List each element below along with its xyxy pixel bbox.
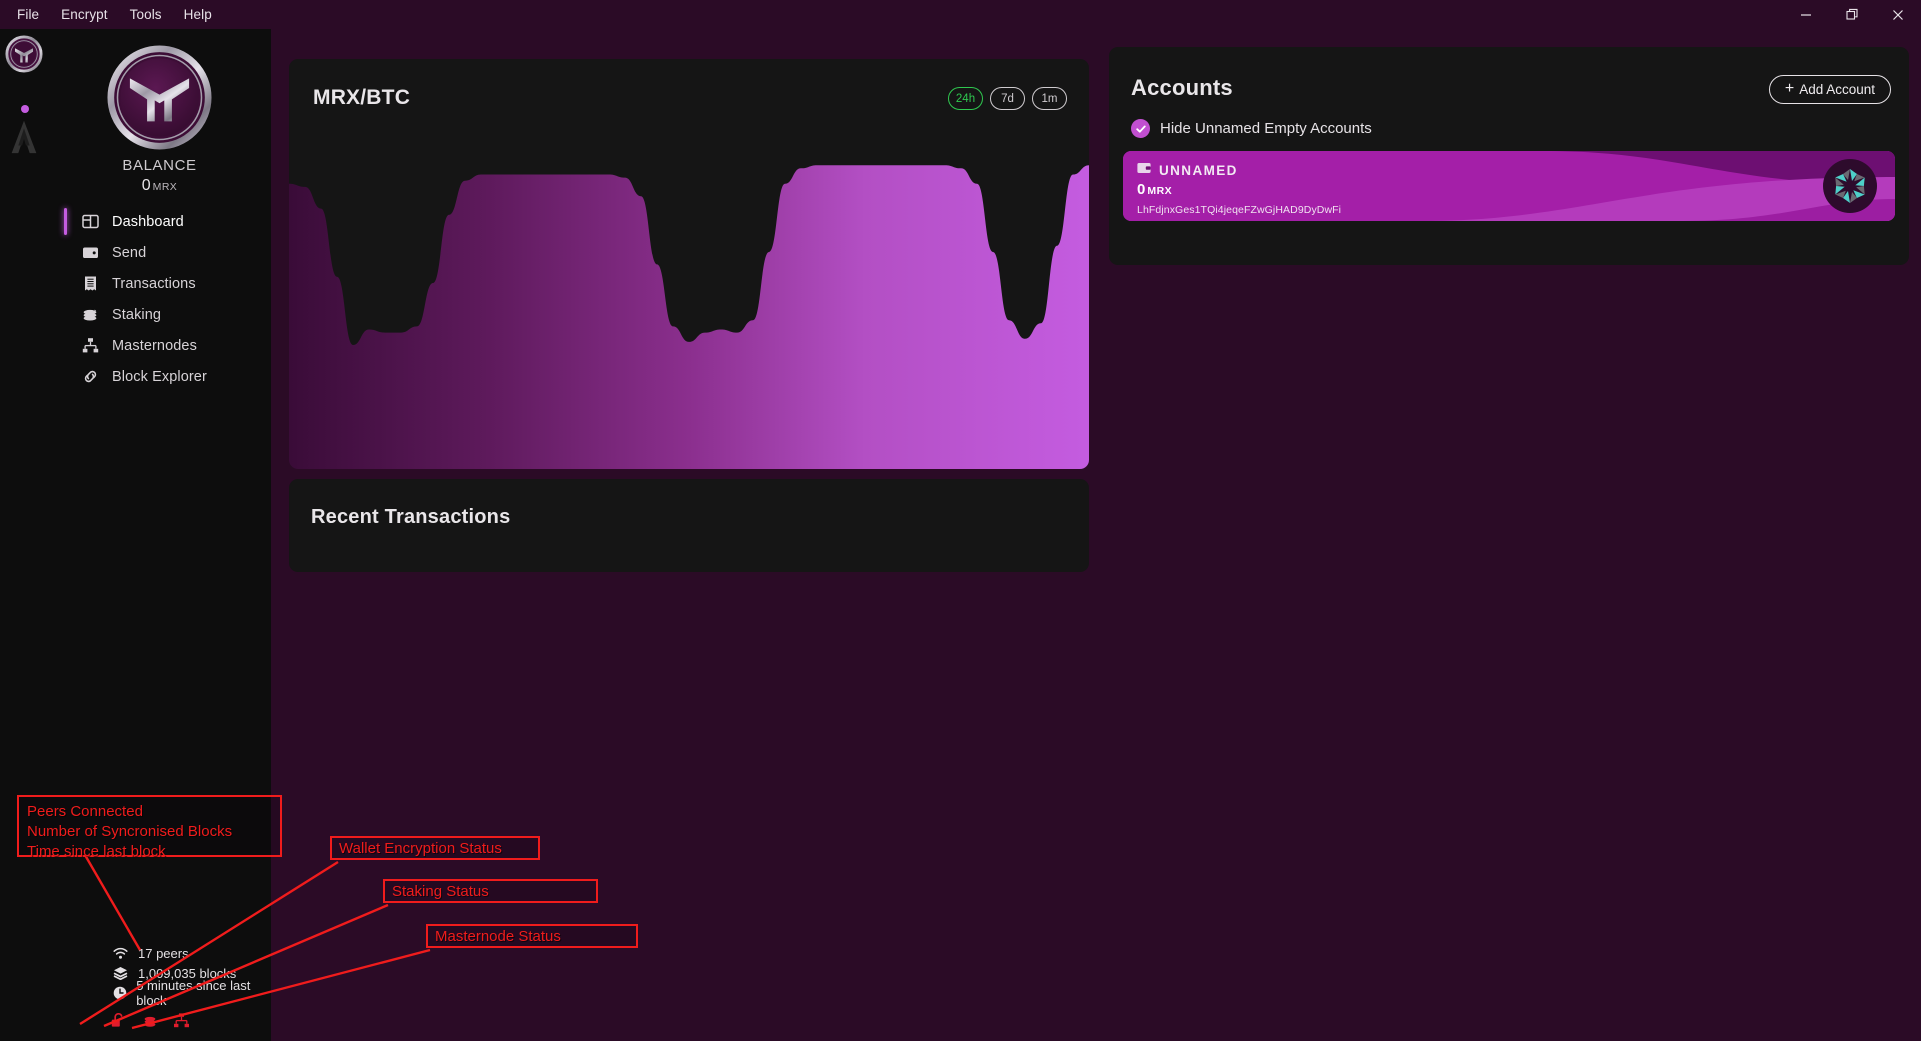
status-bar: 17 peers 1,009,035 blocks 5 minutes sinc… [110, 943, 271, 1029]
recent-transactions-title: Recent Transactions [311, 506, 511, 528]
menu-bar: File Encrypt Tools Help [6, 3, 223, 26]
link-chain-icon [81, 368, 99, 386]
wallet-icon [1137, 161, 1151, 179]
metrix-logo-small-icon [5, 35, 43, 73]
receipt-icon [81, 275, 99, 293]
metrix-wallet-app-icon[interactable] [5, 35, 43, 73]
range-button-7d[interactable]: 7d [990, 87, 1025, 110]
title-bar: File Encrypt Tools Help [0, 0, 1921, 29]
sidebar-item-masternodes[interactable]: Masternodes [48, 330, 271, 361]
secondary-app-icon[interactable] [5, 117, 43, 155]
minimize-button[interactable] [1783, 0, 1829, 29]
balance-unit: MRX [152, 181, 178, 193]
active-app-indicator [21, 105, 29, 113]
chart-range-selector: 24h 7d 1m [948, 87, 1067, 110]
wifi-icon [113, 947, 133, 960]
metrix-logo-icon [107, 45, 212, 150]
hide-unnamed-accounts-label: Hide Unnamed Empty Accounts [1160, 120, 1372, 137]
sidebar-nav: Dashboard Send Transactions Staking Mast… [48, 206, 271, 392]
account-balance: 0 MRX [1137, 181, 1172, 198]
balance-label: BALANCE [122, 157, 197, 174]
account-name: UNNAMED [1159, 162, 1238, 178]
sidebar: BALANCE 0 MRX Dashboard Send Transaction… [48, 29, 271, 1041]
sidebar-item-staking[interactable]: Staking [48, 299, 271, 330]
wallet-send-icon [81, 244, 99, 262]
status-row-peers: 17 peers [113, 943, 271, 963]
sidebar-label-dashboard: Dashboard [112, 213, 184, 230]
accounts-panel: Accounts + Add Account Hide Unnamed Empt… [1109, 47, 1909, 265]
restore-button[interactable] [1829, 0, 1875, 29]
price-area-chart [289, 165, 1089, 469]
clock-icon [113, 986, 131, 1000]
network-nodes-icon [81, 337, 99, 355]
coins-stack-status-icon[interactable] [141, 1011, 159, 1029]
menu-tools[interactable]: Tools [119, 3, 173, 26]
add-account-button[interactable]: + Add Account [1768, 75, 1891, 104]
menu-file[interactable]: File [6, 3, 50, 26]
close-icon [1893, 9, 1903, 20]
recent-transactions-panel: Recent Transactions [289, 479, 1089, 572]
layers-icon [113, 966, 133, 980]
minimize-icon [1801, 13, 1811, 16]
last-block-text: 5 minutes since last block [136, 978, 251, 1008]
account-balance-amount: 0 [1137, 181, 1146, 198]
chart-title: MRX/BTC [313, 86, 411, 109]
status-row-last-block: 5 minutes since last block [113, 978, 271, 1008]
window-controls [1783, 0, 1921, 29]
add-account-label: Add Account [1799, 82, 1875, 97]
sidebar-label-staking: Staking [112, 306, 162, 323]
plus-icon: + [1784, 80, 1795, 97]
restore-icon [1845, 8, 1858, 20]
unlock-icon[interactable] [110, 1011, 128, 1029]
balance-amount: 0 [141, 177, 151, 194]
app-window: File Encrypt Tools Help BALANCE 0 MRX Da… [0, 0, 1921, 1041]
hide-unnamed-accounts-toggle[interactable]: Hide Unnamed Empty Accounts [1131, 119, 1372, 138]
sidebar-item-transactions[interactable]: Transactions [48, 268, 271, 299]
account-address: LhFdjnxGes1TQi4jeqeFZwGjHAD9DyDwFi [1137, 204, 1342, 216]
sidebar-label-send: Send [112, 244, 147, 261]
account-card-unnamed[interactable]: UNNAMED 0 MRX LhFdjnxGes1TQi4jeqeFZwGjHAD… [1123, 151, 1895, 221]
range-button-1m[interactable]: 1m [1032, 87, 1067, 110]
range-button-24h[interactable]: 24h [948, 87, 983, 110]
active-indicator [64, 208, 67, 235]
balance-value: 0 MRX [48, 177, 271, 195]
dashboard-icon [81, 213, 99, 231]
checkbox-checked-icon [1131, 119, 1150, 138]
chart-area-path [289, 165, 1089, 469]
price-chart-panel: MRX/BTC 24h 7d 1m [289, 59, 1089, 469]
sidebar-item-block-explorer[interactable]: Block Explorer [48, 361, 271, 392]
account-identicon [1823, 159, 1877, 213]
masternode-status-icon[interactable] [172, 1011, 190, 1029]
menu-encrypt[interactable]: Encrypt [50, 3, 118, 26]
status-indicator-icons [110, 1011, 271, 1029]
sidebar-label-block-explorer: Block Explorer [112, 368, 207, 385]
menu-help[interactable]: Help [173, 3, 223, 26]
sidebar-item-dashboard[interactable]: Dashboard [48, 206, 271, 237]
accounts-title: Accounts [1131, 75, 1233, 100]
account-balance-unit: MRX [1147, 185, 1173, 197]
peers-text: 17 peers [138, 945, 189, 961]
close-button[interactable] [1875, 0, 1921, 29]
main-content: MRX/BTC 24h 7d 1m Recent Transactions Ac… [271, 29, 1921, 1041]
app-rail [0, 29, 48, 1041]
account-name-row: UNNAMED [1137, 161, 1238, 179]
triangle-app-icon [11, 120, 37, 154]
sidebar-label-masternodes: Masternodes [112, 337, 197, 354]
sidebar-label-transactions: Transactions [112, 275, 196, 292]
coins-stack-icon [81, 306, 99, 324]
sidebar-item-send[interactable]: Send [48, 237, 271, 268]
